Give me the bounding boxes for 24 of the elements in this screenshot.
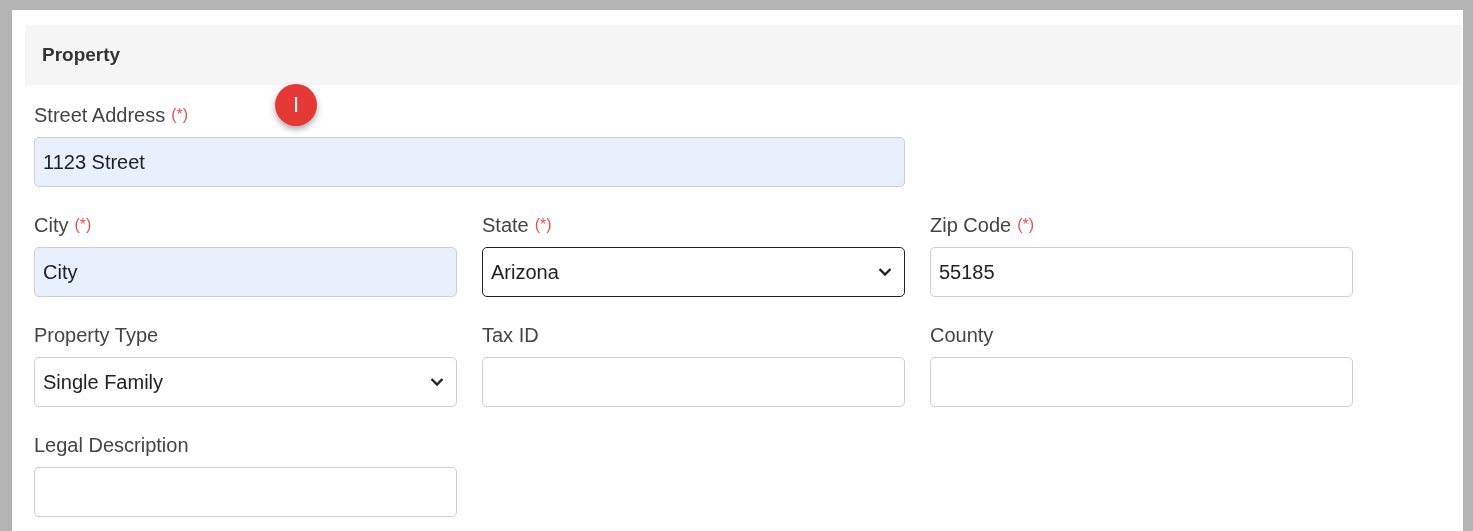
text-field[interactable]: City [34,247,457,297]
field-label: State [482,213,529,237]
text-field[interactable] [482,357,905,407]
text-field[interactable] [930,357,1353,407]
required-mark: (*) [1017,216,1035,234]
field-label: Zip Code [930,213,1012,237]
field-label: Legal Description [34,433,189,457]
select-field[interactable]: Arizona [482,247,905,297]
field-label: Street Address [34,103,166,127]
text-field[interactable]: 1123 Street [34,137,905,187]
field-label: County [930,323,994,347]
field-label: Property Type [34,323,159,347]
required-mark: (*) [74,216,92,234]
section-title: Property [42,44,121,66]
required-mark: (*) [171,106,189,124]
field-label: City [34,213,69,237]
text-field[interactable] [34,467,457,517]
chevron-icon [430,377,444,387]
field-label: Tax ID [482,323,539,347]
chevron-icon [878,267,892,277]
select-field[interactable]: Single Family [34,357,457,407]
required-mark: (*) [534,216,552,234]
text-field[interactable]: 55185 [930,247,1353,297]
step-badge: I [275,84,317,126]
